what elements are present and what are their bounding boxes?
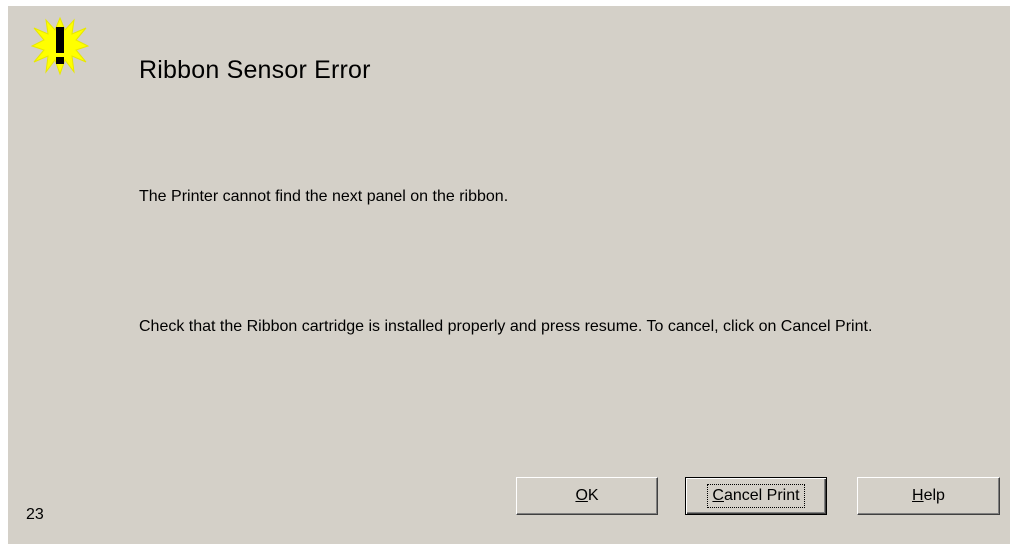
ok-button-label: OK (575, 487, 599, 504)
error-message: The Printer cannot find the next panel o… (139, 188, 509, 205)
ok-button[interactable]: OK (516, 477, 658, 515)
cancel-print-button-label: Cancel Print (707, 484, 805, 508)
error-code: 23 (26, 506, 44, 523)
help-button[interactable]: Help (857, 477, 1000, 515)
cancel-print-button[interactable]: Cancel Print (685, 477, 827, 515)
warning-exclamation-icon (30, 16, 90, 76)
dialog-title: Ribbon Sensor Error (139, 56, 371, 84)
error-dialog: Ribbon Sensor Error The Printer cannot f… (8, 6, 1010, 544)
help-button-label: Help (912, 487, 945, 504)
instruction-message: Check that the Ribbon cartridge is insta… (139, 318, 873, 335)
